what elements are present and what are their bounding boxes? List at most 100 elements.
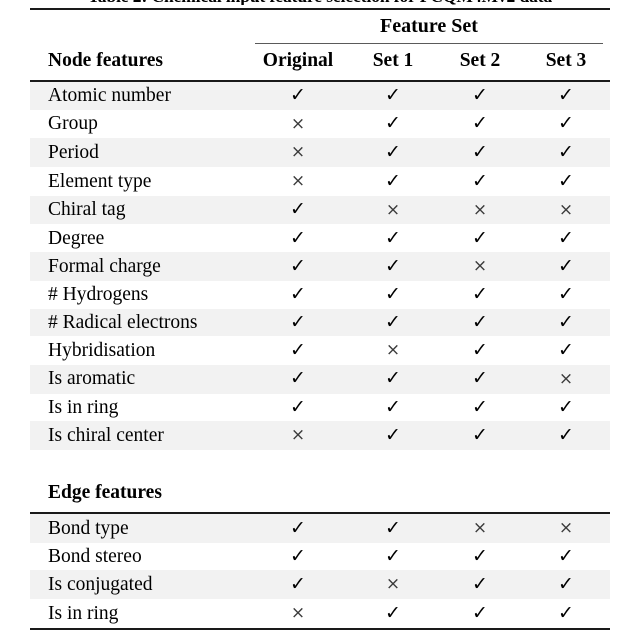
table-row: Hybridisation ✓ × ✓ ✓ [30, 336, 610, 365]
cell-set-3: ✓ [522, 110, 610, 139]
cell-set-1: ✓ [348, 252, 438, 281]
cell-set-3: × [522, 513, 610, 543]
cell-set-1: ✓ [348, 599, 438, 629]
cell-set-1: ✓ [348, 281, 438, 309]
cell-set-3: ✓ [522, 224, 610, 252]
check-icon: ✓ [385, 601, 401, 624]
feature-name-cell: Period [30, 138, 248, 168]
cell-set-1: ✓ [348, 543, 438, 571]
cell-set-3: ✓ [522, 336, 610, 365]
cell-set-3: × [522, 195, 610, 225]
cross-icon: × [290, 603, 306, 624]
cell-set-3: ✓ [522, 543, 610, 571]
edge-features-body: Bond type ✓ ✓ × × Bond stereo ✓ ✓ ✓ ✓ Is conjugate… [30, 513, 610, 629]
check-icon: ✓ [290, 226, 306, 249]
feature-name-cell: Is in ring [48, 602, 119, 624]
table-row: Bond stereo ✓ ✓ ✓ ✓ [30, 543, 610, 571]
column-header-original: Original [262, 50, 334, 71]
cross-icon: × [558, 199, 574, 220]
check-icon: ✓ [472, 226, 488, 249]
check-icon: ✓ [558, 601, 574, 624]
edge-header-spacer-3 [438, 476, 522, 513]
check-icon: ✓ [558, 544, 574, 567]
check-icon: ✓ [558, 395, 574, 418]
feature-name-cell: Bond type [30, 513, 248, 543]
cell-original: ✓ [248, 82, 348, 110]
cell-set-1: × [348, 336, 438, 365]
check-icon: ✓ [558, 282, 574, 305]
check-icon: ✓ [385, 140, 401, 163]
check-icon: ✓ [385, 423, 401, 446]
table-row: Group × ✓ ✓ ✓ [30, 110, 610, 139]
check-icon: ✓ [385, 544, 401, 567]
check-icon: ✓ [290, 84, 306, 107]
check-icon: ✓ [290, 282, 306, 305]
check-icon: ✓ [385, 516, 401, 539]
cell-original: × [248, 421, 348, 450]
check-icon: ✓ [385, 282, 401, 305]
check-icon: ✓ [558, 84, 574, 107]
check-icon: ✓ [385, 84, 401, 107]
feature-set-group-header: Feature Set [380, 15, 478, 37]
feature-name-cell: Formal charge [30, 252, 248, 281]
check-icon: ✓ [472, 423, 488, 446]
check-icon: ✓ [290, 516, 306, 539]
check-icon: ✓ [558, 112, 574, 135]
cell-set-2: × [438, 252, 522, 281]
check-icon: ✓ [472, 169, 488, 192]
feature-name-cell: # Radical electrons [30, 308, 248, 337]
cell-original: ✓ [248, 570, 348, 599]
feature-name-cell: Bond stereo [48, 545, 142, 567]
table-row: Element type × ✓ ✓ ✓ [30, 167, 610, 196]
cell-set-2: ✓ [438, 570, 522, 599]
table-row: Is chiral center × ✓ ✓ ✓ [30, 421, 610, 450]
cell-set-1: ✓ [348, 308, 438, 337]
edge-header-spacer-1 [248, 476, 348, 513]
cross-icon: × [472, 518, 488, 539]
cross-icon: × [385, 340, 401, 361]
table-row: Period × ✓ ✓ ✓ [30, 138, 610, 168]
table-row: # Hydrogens ✓ ✓ ✓ ✓ [30, 281, 610, 309]
check-icon: ✓ [472, 310, 488, 333]
column-header-row: Node features Original Set 1 Set 2 Set 3 [30, 44, 610, 81]
cell-set-3: ✓ [522, 138, 610, 168]
check-icon: ✓ [558, 423, 574, 446]
table-row: Is aromatic ✓ ✓ ✓ × [30, 364, 610, 394]
edge-header-spacer-4 [522, 476, 610, 513]
cell-original: × [248, 138, 348, 168]
table-row: Atomic number ✓ ✓ ✓ ✓ [30, 82, 610, 110]
cell-original: × [248, 167, 348, 196]
check-icon: ✓ [290, 544, 306, 567]
feature-name-cell: Group [48, 113, 98, 135]
check-icon: ✓ [385, 254, 401, 277]
cross-icon: × [558, 518, 574, 539]
cell-set-2: ✓ [438, 421, 522, 450]
cross-icon: × [472, 199, 488, 220]
cell-original: × [248, 110, 348, 139]
check-icon: ✓ [385, 226, 401, 249]
feature-name-cell: Is chiral center [30, 421, 248, 450]
table-row: Formal charge ✓ ✓ × ✓ [30, 252, 610, 281]
cell-set-1: × [348, 570, 438, 599]
check-icon: ✓ [472, 367, 488, 390]
check-icon: ✓ [290, 572, 306, 595]
table-row: # Radical electrons ✓ ✓ ✓ ✓ [30, 308, 610, 337]
check-icon: ✓ [558, 310, 574, 333]
cross-icon: × [385, 574, 401, 595]
node-features-section-header: Node features [48, 50, 163, 71]
feature-name-cell: Element type [48, 170, 152, 192]
cell-original: × [248, 599, 348, 629]
check-icon: ✓ [558, 572, 574, 595]
cell-set-2: ✓ [438, 394, 522, 422]
edge-section-header-row: Edge features [30, 476, 610, 513]
cell-set-2: ✓ [438, 336, 522, 365]
table-row: Degree ✓ ✓ ✓ ✓ [30, 224, 610, 252]
cell-set-3: ✓ [522, 167, 610, 196]
cross-icon: × [472, 256, 488, 277]
cell-original: ✓ [248, 281, 348, 309]
cell-original: ✓ [248, 543, 348, 571]
cell-set-3: ✓ [522, 570, 610, 599]
cross-icon: × [290, 113, 306, 134]
check-icon: ✓ [385, 367, 401, 390]
cell-original: ✓ [248, 252, 348, 281]
